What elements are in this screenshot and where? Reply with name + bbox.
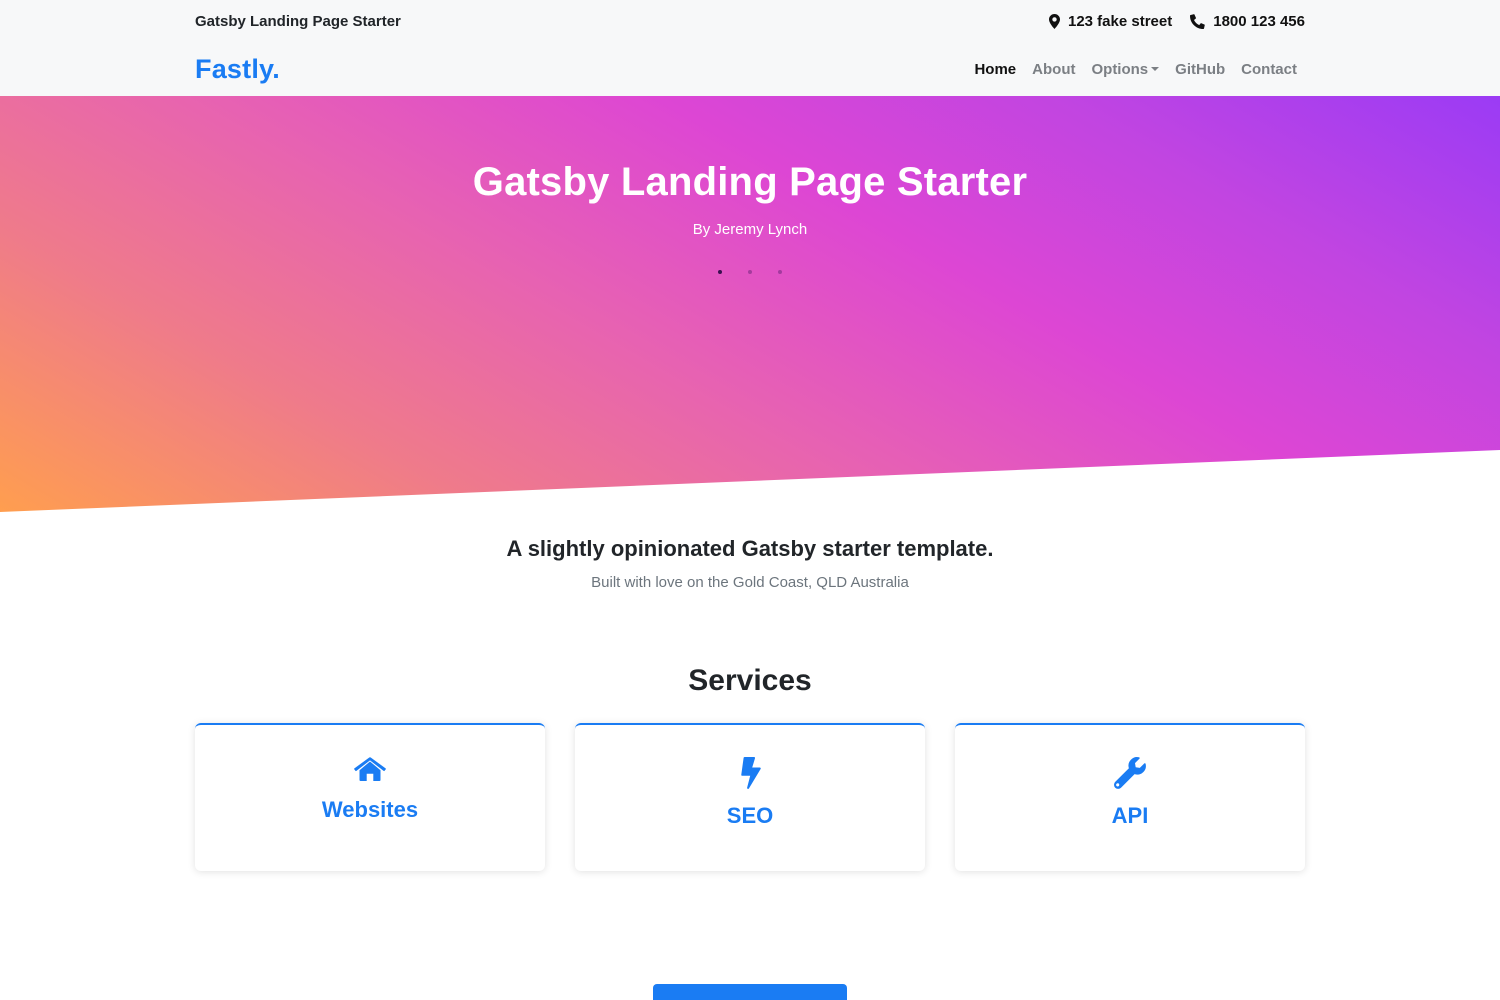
carousel-dot-2[interactable] (748, 270, 752, 274)
bolt-icon (739, 757, 761, 789)
carousel-indicators (0, 270, 1500, 274)
intro-section: A slightly opinionated Gatsby starter te… (0, 536, 1500, 591)
nav-item-options[interactable]: Options (1083, 61, 1167, 78)
service-card-seo[interactable]: SEO (575, 723, 925, 871)
topbar: Gatsby Landing Page Starter 123 fake str… (195, 0, 1305, 42)
hero-title: Gatsby Landing Page Starter (472, 160, 1028, 204)
intro-heading: A slightly opinionated Gatsby starter te… (506, 536, 994, 561)
brand-logo[interactable]: Fastly. (195, 54, 280, 85)
phone-icon (1190, 13, 1206, 29)
services-title: Services (688, 664, 812, 697)
services-cards: Websites SEO API (195, 723, 1305, 871)
carousel-dot-1[interactable] (718, 270, 722, 274)
nav-item-github[interactable]: GitHub (1167, 61, 1233, 78)
wrench-icon (1114, 757, 1146, 789)
hero-content: Gatsby Landing Page Starter By Jeremy Ly… (0, 160, 1500, 274)
nav-item-contact[interactable]: Contact (1233, 61, 1305, 78)
cta-button[interactable] (653, 984, 847, 1000)
topbar-site-name: Gatsby Landing Page Starter (195, 12, 401, 30)
navbar: Fastly. Home About Options GitHub Contac… (195, 42, 1305, 96)
phone-text: 1800 123 456 (1213, 12, 1305, 30)
nav-item-about[interactable]: About (1024, 61, 1083, 78)
topbar-contact: 123 fake street 1800 123 456 (1048, 12, 1305, 30)
service-card-api[interactable]: API (955, 723, 1305, 871)
service-card-title: API (1111, 803, 1149, 828)
site-header: Gatsby Landing Page Starter 123 fake str… (0, 0, 1500, 96)
intro-text: Built with love on the Gold Coast, QLD A… (591, 574, 909, 591)
service-card-title: SEO (726, 803, 774, 828)
nav-item-options-label: Options (1091, 60, 1149, 78)
service-card-websites[interactable]: Websites (195, 723, 545, 871)
hero-subtitle: By Jeremy Lynch (692, 221, 808, 238)
nav-menu: Home About Options GitHub Contact (966, 61, 1305, 78)
nav-item-home[interactable]: Home (966, 61, 1024, 78)
home-icon (354, 757, 386, 783)
address-text: 123 fake street (1067, 12, 1173, 30)
phone-link[interactable]: 1800 123 456 (1190, 13, 1305, 30)
map-marker-icon (1048, 13, 1060, 29)
caret-down-icon (1151, 67, 1160, 71)
address-link[interactable]: 123 fake street (1048, 12, 1173, 30)
carousel-dot-3[interactable] (778, 270, 782, 274)
hero-banner (0, 96, 1500, 512)
service-card-title: Websites (321, 797, 419, 822)
